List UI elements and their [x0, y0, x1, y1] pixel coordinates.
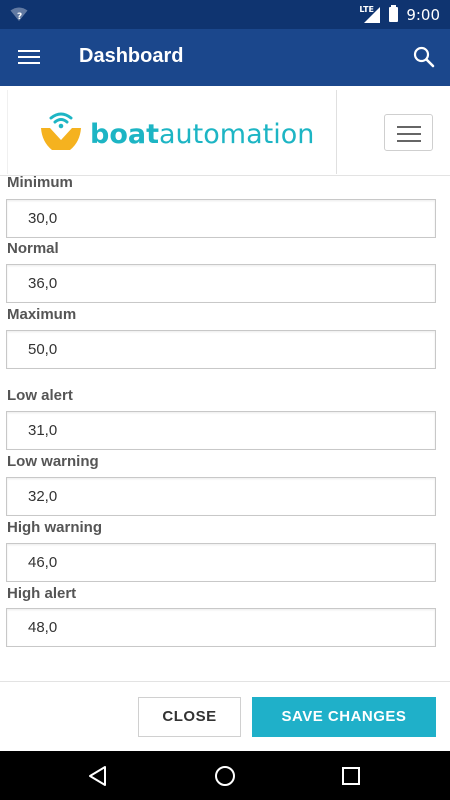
low-warning-input[interactable]: 32,0: [6, 477, 436, 516]
status-bar: ? LTE 9:00: [0, 0, 450, 29]
settings-form: Minimum 30,0 Normal 36,0 Maximum 50,0 Lo…: [0, 176, 450, 681]
app-bar: Dashboard: [0, 29, 450, 86]
dialog-footer: CLOSE SAVE CHANGES: [0, 681, 450, 751]
normal-input[interactable]: 36,0: [6, 264, 436, 303]
status-time: 9:00: [406, 5, 440, 24]
field-label-high-alert: High alert: [7, 585, 77, 602]
lte-signal-icon: LTE: [359, 5, 381, 24]
search-icon[interactable]: [412, 45, 436, 69]
page-title: Dashboard: [79, 45, 184, 67]
field-label-low-alert: Low alert: [7, 387, 73, 404]
header-row: boatautomation: [0, 86, 450, 176]
hamburger-icon[interactable]: [384, 114, 433, 151]
low-alert-input[interactable]: 31,0: [6, 411, 436, 450]
minimum-input[interactable]: 30,0: [6, 199, 436, 238]
field-label-low-warning: Low warning: [7, 453, 99, 470]
boat-wifi-logo-icon: [40, 110, 82, 159]
logo: boatautomation: [7, 90, 337, 174]
close-button[interactable]: CLOSE: [138, 697, 241, 737]
field-label-normal: Normal: [7, 240, 59, 257]
recents-icon[interactable]: [339, 764, 363, 788]
field-label-maximum: Maximum: [7, 306, 77, 323]
high-alert-input[interactable]: 48,0: [6, 608, 436, 647]
wifi-question-icon: ?: [10, 6, 28, 27]
menu-icon[interactable]: [18, 47, 44, 69]
back-icon[interactable]: [86, 764, 110, 788]
maximum-input[interactable]: 50,0: [6, 330, 436, 369]
svg-text:?: ?: [17, 12, 22, 22]
logo-text: boatautomation: [90, 118, 315, 150]
home-icon[interactable]: [213, 764, 237, 788]
high-warning-input[interactable]: 46,0: [6, 543, 436, 582]
system-nav-bar: [0, 751, 450, 800]
field-label-high-warning: High warning: [7, 519, 102, 536]
battery-icon: [389, 5, 399, 22]
save-changes-button[interactable]: SAVE CHANGES: [252, 697, 436, 737]
field-label-minimum: Minimum: [7, 176, 73, 191]
